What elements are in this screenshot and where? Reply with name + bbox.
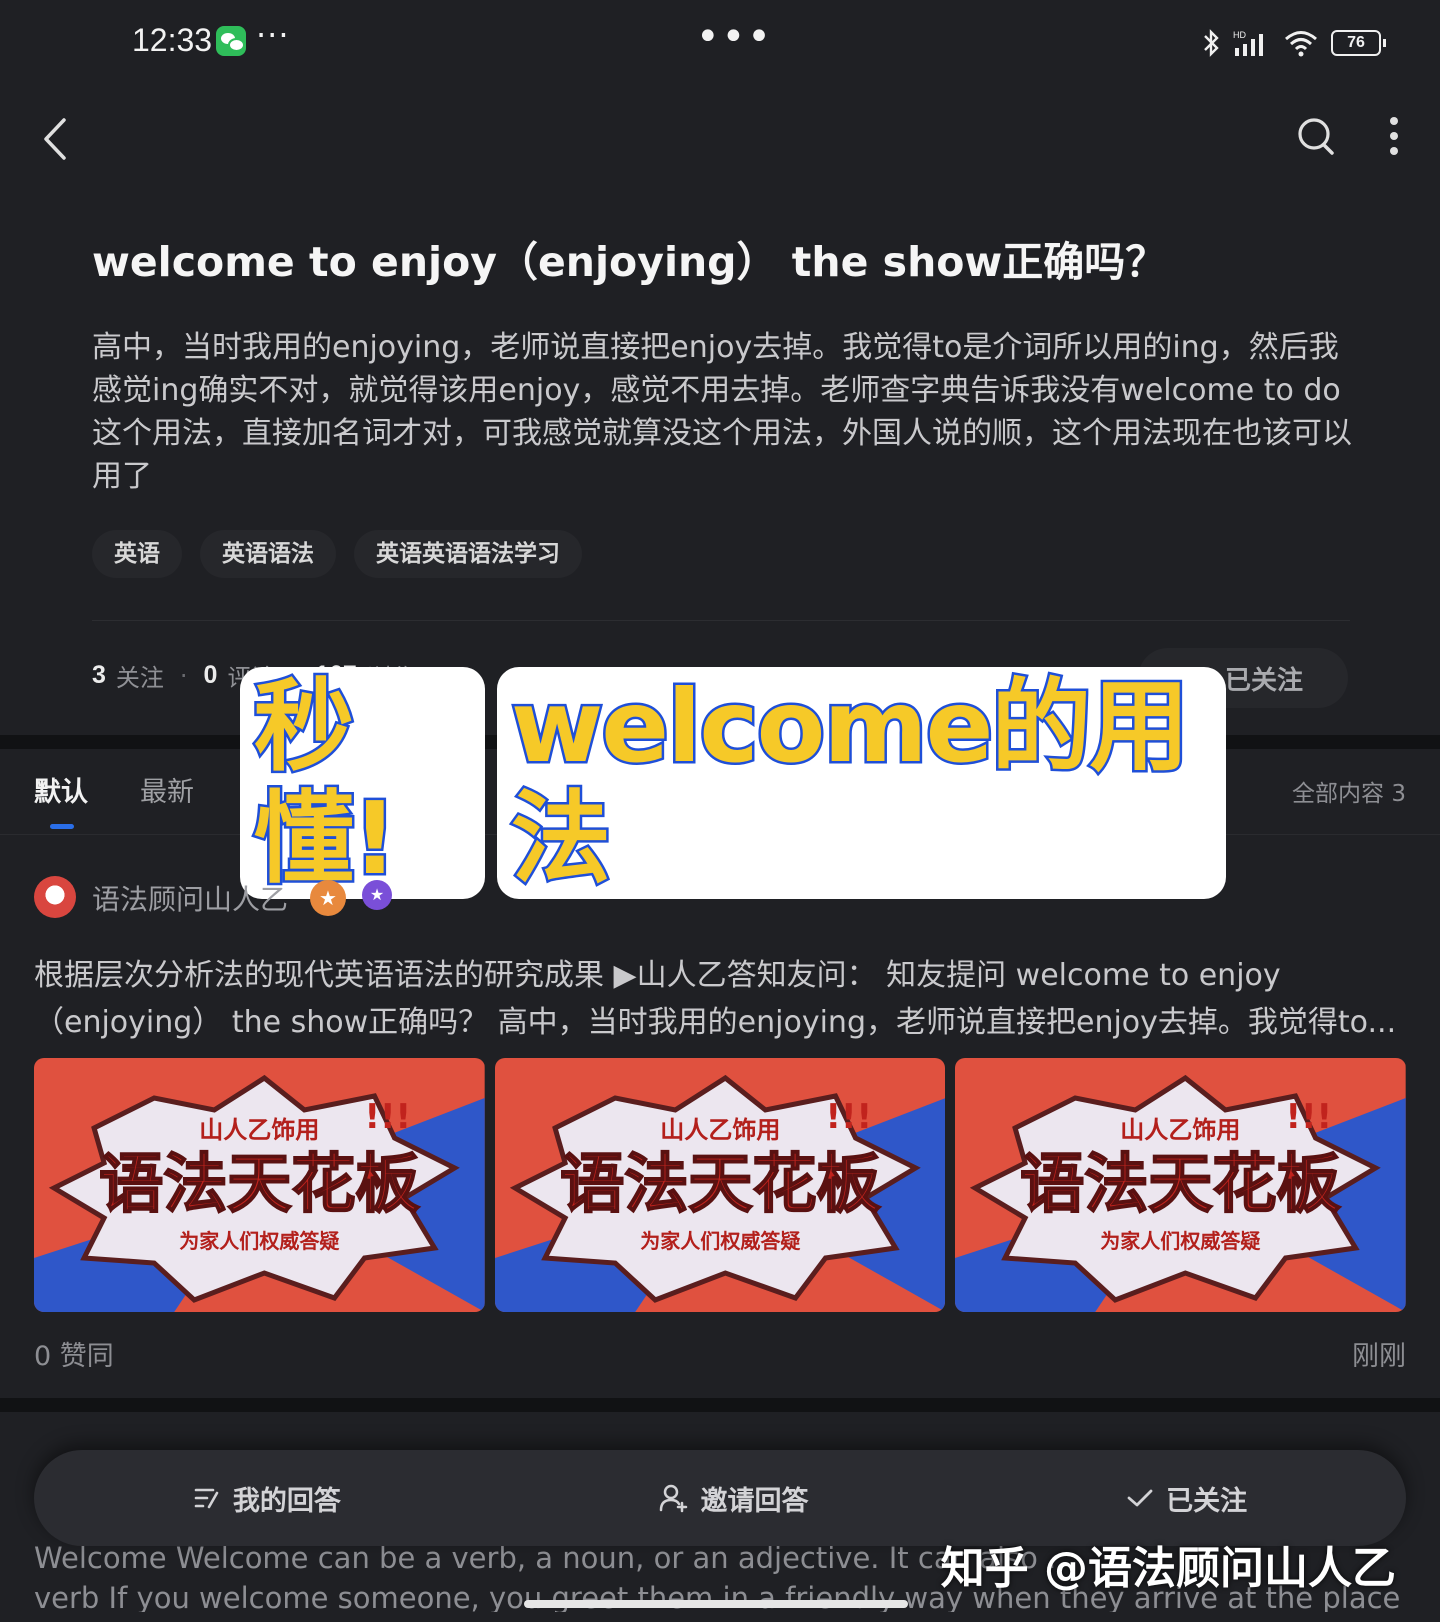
followed-button-label: 已关注 [1224, 665, 1303, 696]
status-bar: 12:33 ··· ••• HD 76 [0, 0, 1440, 88]
answer-excerpt[interactable]: 根据层次分析法的现代英语语法的研究成果 ▶山人乙答知友问： 知友提问 welco… [34, 952, 1404, 1046]
answer-image[interactable]: 山人乙饰用 语法天花板 为家人们权威答疑 !!! [34, 1058, 485, 1312]
star-badge-icon: ★ [310, 880, 346, 916]
follow-count: 3 [92, 661, 106, 689]
wechat-icon [216, 26, 246, 56]
my-answer-label: 我的回答 [232, 1485, 341, 1517]
vote-count[interactable]: 0 赞同 [34, 1334, 114, 1373]
answer-image[interactable]: 山人乙饰用 语法天花板 为家人们权威答疑 !!! [494, 1058, 946, 1312]
banner-exclaim-text: !!! [825, 1097, 872, 1137]
member-badge-icon: ★ [362, 880, 392, 910]
question-title: welcome to enjoy（enjoying） the show正确吗？ [92, 238, 1167, 286]
topic-tags: 英语 英语语法 英语英语语法学习 [92, 530, 582, 578]
zhihu-watermark: 知乎 @语法顾问山人乙 [940, 1543, 1396, 1594]
search-icon[interactable] [1296, 116, 1336, 158]
invite-answer-label: 邀请回答 [700, 1485, 809, 1517]
more-notifications-icon: ··· [256, 16, 290, 54]
svg-text:HD: HD [1233, 30, 1246, 40]
overlay-text-1: 秒懂! [252, 668, 401, 897]
divider [92, 620, 1350, 621]
home-indicator[interactable] [524, 1600, 908, 1608]
banner-top-text: 山人乙饰用 [1121, 1116, 1241, 1144]
banner-exclaim-text: !!! [1286, 1097, 1333, 1137]
check-icon [1127, 1489, 1153, 1507]
answer-time: 刚刚 [1352, 1341, 1406, 1372]
topic-tag[interactable]: 英语 [92, 530, 182, 578]
battery-icon: 76 [1331, 30, 1381, 56]
overlay-box-right: welcome的用法 [496, 667, 1226, 899]
followed-toggle-label: 已关注 [1166, 1485, 1248, 1517]
author-name[interactable]: 语法顾问山人乙 [92, 878, 288, 918]
banner-bottom-text: 为家人们权威答疑 [1101, 1229, 1261, 1253]
status-icons: HD 76 [1201, 28, 1386, 58]
follow-label: 关注 [115, 664, 164, 692]
comment-count: 0 [203, 661, 218, 689]
tab-latest[interactable]: 最新 [140, 770, 194, 809]
answer-images: 山人乙饰用 语法天花板 为家人们权威答疑 !!! 山人乙饰用 语法天花板 为家人… [34, 1058, 1407, 1312]
banner-bottom-text: 为家人们权威答疑 [640, 1229, 800, 1253]
followed-toggle-button[interactable]: 已关注 [1126, 1479, 1247, 1518]
camera-dots-icon: ••• [696, 14, 773, 60]
tab-default[interactable]: 默认 [34, 770, 88, 809]
wifi-icon [1285, 31, 1317, 57]
topic-tag[interactable]: 英语英语语法学习 [354, 530, 582, 578]
all-content-count[interactable]: 全部内容 3 [1292, 774, 1406, 808]
banner-main-text: 语法天花板 [99, 1148, 419, 1222]
my-answer-button[interactable]: 我的回答 [193, 1479, 341, 1518]
overlay-text-2: welcome的用法 [508, 668, 1191, 897]
banner-top-text: 山人乙饰用 [660, 1116, 780, 1144]
banner-top-text: 山人乙饰用 [199, 1116, 319, 1144]
active-tab-indicator [50, 824, 74, 829]
overlay-banner: 秒懂! welcome的用法 [240, 667, 1226, 899]
author-avatar[interactable] [34, 876, 76, 918]
answer-image[interactable]: 山人乙饰用 语法天花板 为家人们权威答疑 !!! [955, 1058, 1407, 1312]
status-time: 12:33 [132, 22, 213, 58]
invite-answer-button[interactable]: 邀请回答 [658, 1479, 808, 1518]
topic-tag[interactable]: 英语语法 [200, 530, 336, 578]
banner-main-text: 语法天花板 [1020, 1148, 1340, 1222]
question-body: 高中，当时我用的enjoying，老师说直接把enjoy去掉。我觉得to是介词所… [92, 330, 1352, 494]
bluetooth-icon [1204, 29, 1219, 57]
banner-exclaim-text: !!! [364, 1097, 411, 1137]
separator-dot: · [179, 661, 188, 690]
banner-main-text: 语法天花板 [560, 1148, 880, 1222]
overlay-box-left: 秒懂! [240, 667, 485, 899]
battery-tip [1383, 39, 1386, 47]
banner-bottom-text: 为家人们权威答疑 [179, 1229, 339, 1253]
more-options-icon[interactable] [1388, 116, 1400, 156]
back-arrow-icon[interactable] [40, 114, 72, 164]
invite-user-icon [660, 1484, 688, 1513]
section-separator [0, 1398, 1440, 1412]
signal-icon: HD [1233, 30, 1263, 56]
write-answer-icon [194, 1488, 219, 1509]
